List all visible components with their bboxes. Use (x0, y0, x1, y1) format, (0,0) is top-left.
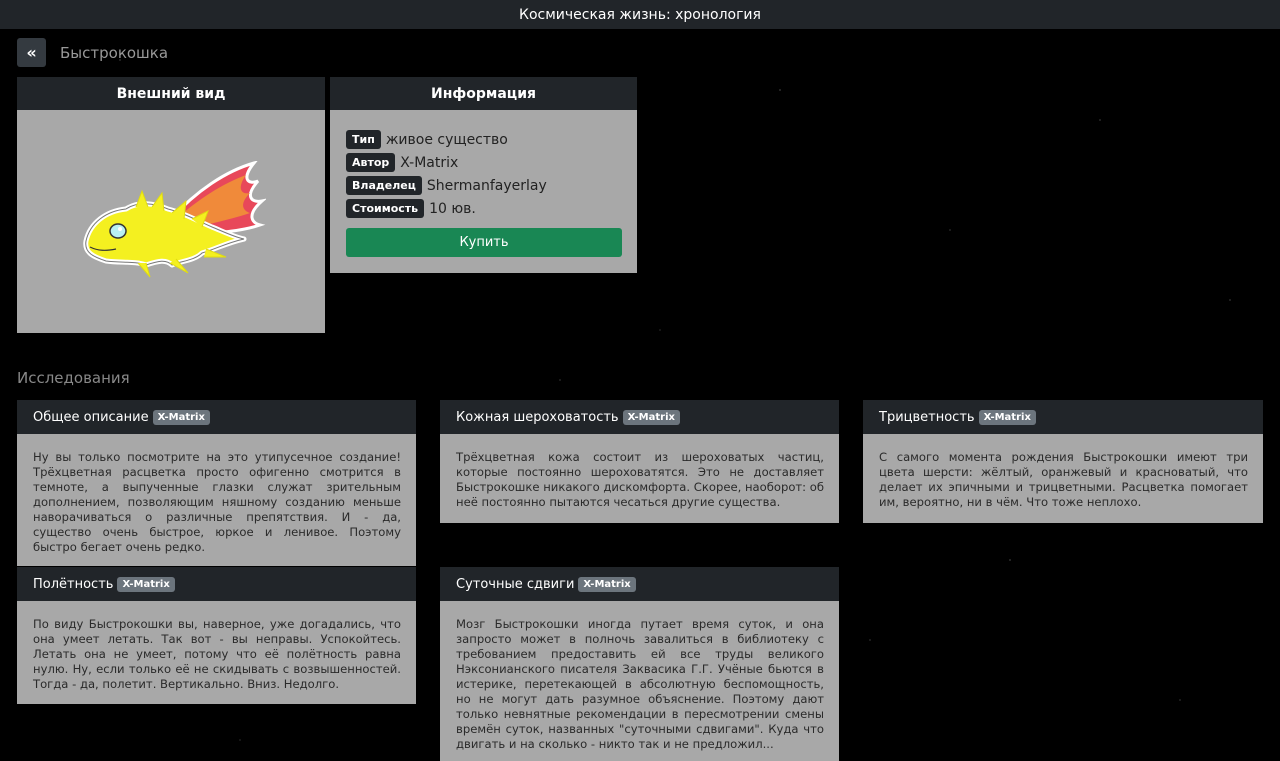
double-chevron-left-icon: « (26, 43, 37, 62)
author-badge[interactable]: X-Matrix (152, 409, 210, 425)
card-header: Полётность X-Matrix (17, 567, 416, 601)
card-text: Мозг Быстрокошки иногда путает время сут… (456, 617, 824, 751)
author-badge[interactable]: X-Matrix (578, 576, 636, 592)
research-card-tricolor: Трицветность X-Matrix С самого момента р… (863, 400, 1263, 523)
card-title: Кожная шероховатость (456, 409, 619, 425)
author-badge[interactable]: X-Matrix (117, 576, 175, 592)
buy-button[interactable]: Купить (346, 228, 622, 257)
info-label: Автор (346, 153, 396, 172)
research-card-skin: Кожная шероховатость X-Matrix Трёхцветна… (440, 400, 839, 523)
card-text: С самого момента рождения Быстрокошки им… (879, 450, 1248, 509)
info-row-type: Тип живое существо (346, 128, 621, 151)
top-bar: Космическая жизнь: хронология (0, 0, 1280, 29)
card-text: По виду Быстрокошки вы, наверное, уже до… (33, 617, 401, 691)
info-row-cost: Стоимость 10 юв. (346, 197, 621, 220)
author-badge[interactable]: X-Matrix (622, 409, 680, 425)
card-title: Полётность (33, 576, 114, 592)
info-header: Информация (330, 77, 637, 110)
appearance-panel: Внешний вид (17, 77, 325, 333)
creature-illustration (83, 161, 266, 278)
info-value: 10 юв. (429, 200, 476, 217)
research-card-daily-shifts: Суточные сдвиги X-Matrix Мозг Быстрокошк… (440, 567, 839, 761)
page-title: Космическая жизнь: хронология (519, 6, 761, 23)
card-title: Трицветность (879, 409, 975, 425)
card-title: Суточные сдвиги (456, 576, 575, 592)
info-value: X-Matrix (400, 154, 459, 171)
back-button[interactable]: « (17, 38, 46, 67)
appearance-header: Внешний вид (17, 77, 325, 110)
info-label: Тип (346, 130, 381, 149)
info-value: Shermanfayerlay (426, 177, 547, 194)
info-label: Владелец (346, 176, 422, 195)
info-row-author: Автор X-Matrix (346, 151, 621, 174)
card-header: Общее описание X-Matrix (17, 400, 416, 434)
info-label: Стоимость (346, 199, 425, 218)
card-title: Общее описание (33, 409, 149, 425)
card-header: Кожная шероховатость X-Matrix (440, 400, 839, 434)
card-header: Трицветность X-Matrix (863, 400, 1263, 434)
author-badge[interactable]: X-Matrix (978, 409, 1036, 425)
research-card-general: Общее описание X-Matrix Ну вы только пос… (17, 400, 416, 566)
info-panel: Информация Тип живое существо Автор X-Ma… (330, 77, 637, 273)
creature-image (17, 110, 325, 332)
research-title: Исследования (17, 369, 130, 387)
card-text: Ну вы только посмотрите на это утипусечн… (33, 450, 401, 554)
card-header: Суточные сдвиги X-Matrix (440, 567, 839, 601)
info-value: живое существо (385, 131, 508, 148)
research-card-flight: Полётность X-Matrix По виду Быстрокошки … (17, 567, 416, 704)
info-row-owner: Владелец Shermanfayerlay (346, 174, 621, 197)
card-text: Трёхцветная кожа состоит из шероховатых … (456, 450, 825, 509)
breadcrumb: Быстрокошка (60, 44, 169, 62)
